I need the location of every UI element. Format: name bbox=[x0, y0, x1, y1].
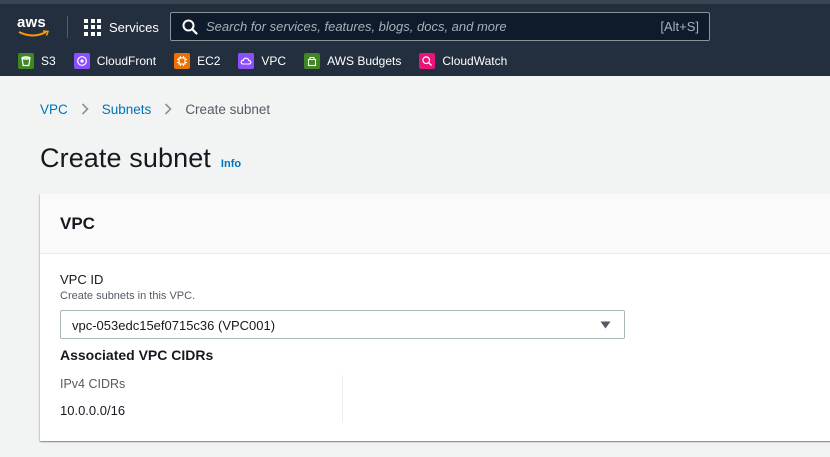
favorite-s3[interactable]: S3 bbox=[18, 53, 56, 69]
topbar-accent-strip bbox=[0, 0, 830, 4]
breadcrumb: VPC Subnets Create subnet bbox=[40, 100, 270, 118]
info-link[interactable]: Info bbox=[221, 158, 241, 170]
ipv4-cidrs-label: IPv4 CIDRs bbox=[60, 377, 126, 391]
grid-icon bbox=[84, 18, 101, 36]
logo-divider bbox=[67, 16, 68, 38]
favorite-vpc[interactable]: VPC bbox=[238, 53, 286, 69]
search-input[interactable] bbox=[206, 13, 606, 40]
top-navigation-bar: aws Services [Alt+S] S3 bbox=[0, 0, 830, 76]
aws-logo[interactable]: aws bbox=[16, 12, 52, 40]
associated-cidrs-heading: Associated VPC CIDRs bbox=[60, 347, 214, 363]
vpc-id-select[interactable]: vpc-053edc15ef0715c36 (VPC001) bbox=[60, 310, 625, 339]
favorite-cloudwatch[interactable]: CloudWatch bbox=[419, 53, 507, 69]
favorite-cloudfront[interactable]: CloudFront bbox=[73, 53, 157, 69]
breadcrumb-current: Create subnet bbox=[185, 101, 271, 117]
ipv4-cidr-value: 10.0.0.0/16 bbox=[60, 403, 126, 418]
ipv4-cidrs-column: IPv4 CIDRs 10.0.0.0/16 bbox=[60, 375, 343, 422]
vpc-container-title: VPC bbox=[60, 214, 95, 233]
favorite-aws-budgets[interactable]: AWS Budgets bbox=[304, 53, 401, 69]
page-header: Create subnet Info bbox=[40, 143, 241, 174]
search-shortcut-hint: [Alt+S] bbox=[660, 19, 699, 34]
vpc-cloud-icon bbox=[238, 53, 255, 69]
cloudfront-icon bbox=[73, 53, 90, 69]
favorite-label: CloudWatch bbox=[442, 54, 508, 68]
breadcrumb-vpc-link[interactable]: VPC bbox=[40, 102, 68, 117]
favorite-ec2[interactable]: EC2 bbox=[174, 53, 220, 69]
ec2-chip-icon bbox=[174, 53, 191, 69]
vpc-id-label: VPC ID bbox=[60, 272, 104, 287]
page-title: Create subnet bbox=[40, 143, 211, 173]
budgets-icon bbox=[304, 53, 321, 69]
chevron-right-icon bbox=[81, 103, 89, 115]
services-label: Services bbox=[109, 19, 159, 35]
search-icon bbox=[182, 19, 198, 35]
aws-smile-icon bbox=[18, 30, 50, 37]
favorite-label: VPC bbox=[261, 54, 287, 68]
cloudwatch-icon bbox=[419, 53, 436, 69]
favorite-label: EC2 bbox=[197, 54, 221, 68]
favorite-label: AWS Budgets bbox=[327, 54, 402, 68]
breadcrumb-subnets-link[interactable]: Subnets bbox=[102, 102, 152, 117]
vpc-id-selected-value: vpc-053edc15ef0715c36 (VPC001) bbox=[72, 318, 276, 333]
chevron-right-icon bbox=[164, 103, 172, 115]
favorite-label: CloudFront bbox=[96, 54, 157, 68]
s3-bucket-icon bbox=[18, 53, 34, 69]
global-search-box[interactable]: [Alt+S] bbox=[170, 12, 710, 41]
favorites-bar: S3 CloudFront EC2 VPC AWS Budgets CloudW… bbox=[18, 52, 525, 70]
aws-logo-text: aws bbox=[17, 14, 46, 31]
vpc-id-description: Create subnets in this VPC. bbox=[60, 290, 196, 302]
vpc-container: VPC VPC ID Create subnets in this VPC. v… bbox=[40, 194, 830, 441]
caret-down-icon bbox=[600, 321, 611, 329]
services-menu-button[interactable]: Services bbox=[84, 17, 159, 37]
vpc-container-header: VPC bbox=[40, 194, 830, 254]
favorite-label: S3 bbox=[41, 54, 56, 68]
